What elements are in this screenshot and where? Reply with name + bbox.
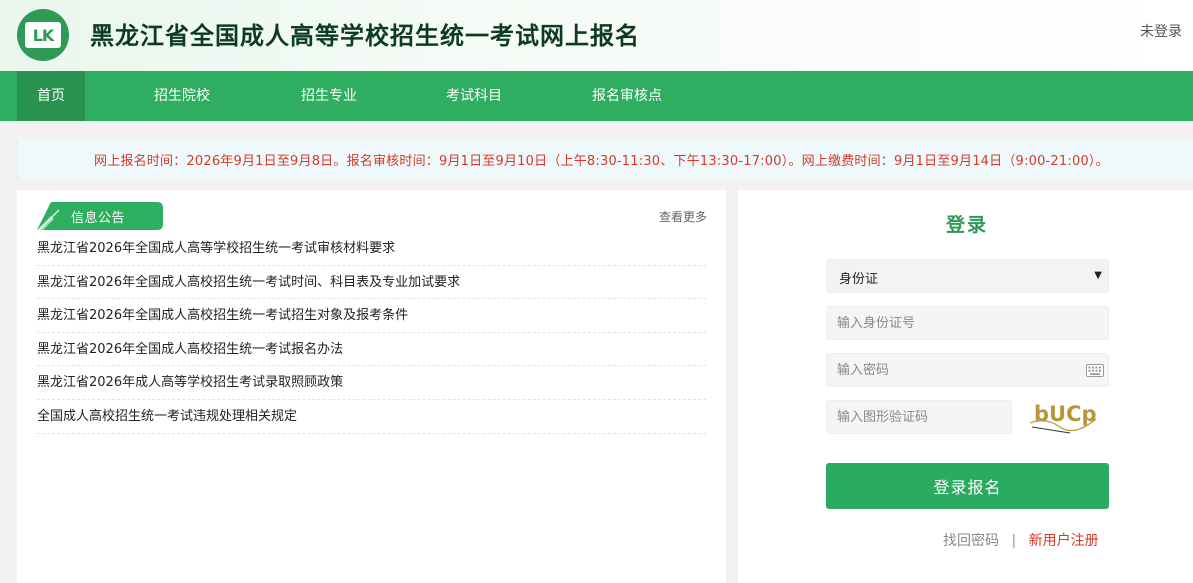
announcement-item[interactable]: 黑龙江省2026年全国成人高等学校招生统一考试审核材料要求 <box>37 232 706 266</box>
announcements-panel: 信息公告 查看更多 黑龙江省2026年全国成人高等学校招生统一考试审核材料要求 … <box>17 190 726 583</box>
id-type-select[interactable]: 身份证 ▼ <box>826 259 1109 293</box>
account-links: 找回密码 | 新用户注册 <box>943 530 1099 550</box>
announcement-item[interactable]: 黑龙江省2026年全国成人高校招生统一考试招生对象及报考条件 <box>37 299 706 333</box>
keyboard-icon[interactable] <box>1086 364 1104 377</box>
id-type-selected-value: 身份证 <box>839 272 879 287</box>
announcements-heading-tag: 信息公告 <box>37 202 163 230</box>
notice-text: 网上报名时间：2026年9月1日至9月8日。报名审核时间：9月1日至9月10日（… <box>94 154 1109 169</box>
view-more-link[interactable]: 查看更多 <box>659 208 707 225</box>
link-separator: | <box>1011 533 1017 549</box>
login-title: 登录 <box>945 214 988 236</box>
site-logo-icon: LK <box>17 9 69 61</box>
id-number-input[interactable] <box>827 307 1108 339</box>
password-input[interactable] <box>827 354 1108 386</box>
forgot-password-link[interactable]: 找回密码 <box>943 533 999 549</box>
nav-item-colleges[interactable]: 招生院校 <box>140 71 224 121</box>
nav-item-review-sites[interactable]: 报名审核点 <box>578 71 676 121</box>
captcha-text: bUCp <box>1034 402 1097 426</box>
nav-item-subjects[interactable]: 考试科目 <box>432 71 516 121</box>
password-field <box>826 353 1109 387</box>
nav-item-majors[interactable]: 招生专业 <box>287 71 371 121</box>
site-title: 黑龙江省全国成人高等学校招生统一考试网上报名 <box>90 21 640 50</box>
announcement-list: 黑龙江省2026年全国成人高等学校招生统一考试审核材料要求 黑龙江省2026年全… <box>37 232 706 434</box>
login-status: 未登录 <box>1140 24 1182 40</box>
login-button[interactable]: 登录报名 <box>826 463 1109 509</box>
id-number-field <box>826 306 1109 340</box>
captcha-image[interactable]: bUCp <box>1026 397 1104 435</box>
login-panel: 登录 身份证 ▼ bUCp 登录报名 找回密码 | <box>738 190 1193 583</box>
announcement-item[interactable]: 黑龙江省2026年成人高等学校招生考试录取照顾政策 <box>37 366 706 400</box>
main-nav: 首页 招生院校 招生专业 考试科目 报名审核点 <box>0 71 1193 121</box>
announcement-item[interactable]: 全国成人高校招生统一考试违规处理相关规定 <box>37 400 706 434</box>
nav-item-home[interactable]: 首页 <box>17 71 85 121</box>
announcement-item[interactable]: 黑龙江省2026年全国成人高校招生统一考试时间、科目表及专业加试要求 <box>37 266 706 300</box>
announcement-item[interactable]: 黑龙江省2026年全国成人高校招生统一考试报名办法 <box>37 333 706 367</box>
site-header: LK 黑龙江省全国成人高等学校招生统一考试网上报名 未登录 <box>0 0 1193 71</box>
logo-text: LK <box>32 25 55 45</box>
captcha-field <box>826 400 1012 434</box>
dropdown-caret-icon: ▼ <box>1094 270 1102 281</box>
captcha-input[interactable] <box>827 401 1011 433</box>
register-link[interactable]: 新用户注册 <box>1029 533 1099 549</box>
announcements-heading: 信息公告 <box>71 211 126 226</box>
notice-banner: 网上报名时间：2026年9月1日至9月8日。报名审核时间：9月1日至9月10日（… <box>17 139 1193 179</box>
